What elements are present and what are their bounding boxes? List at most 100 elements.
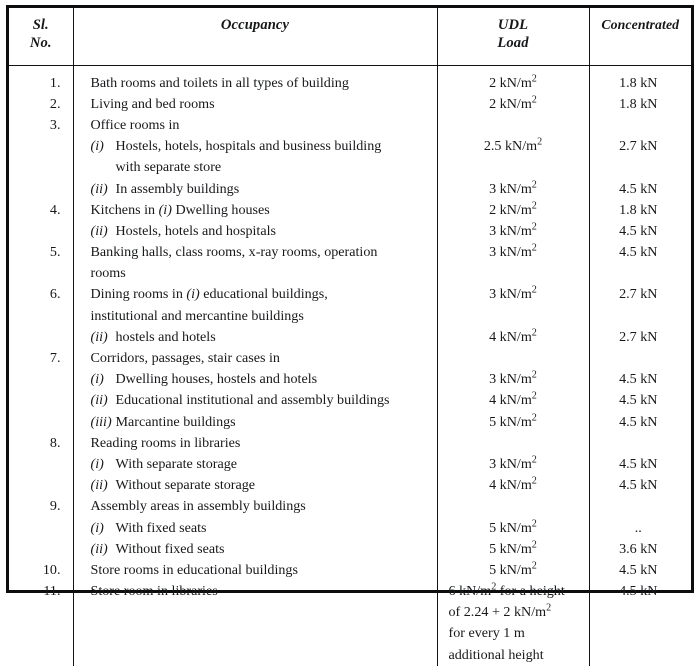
sl-no-cell: 9. xyxy=(49,498,61,515)
unit-exponent: 2 xyxy=(531,284,537,296)
concentrated-cell: 4.5 kN xyxy=(619,561,658,578)
occupancy-cell: Office rooms in xyxy=(90,116,180,133)
concentrated-cell: 4.5 kN xyxy=(619,180,658,197)
unit-exponent: 2 xyxy=(531,390,537,402)
udl-cell: 3 kN/m2 xyxy=(489,454,537,472)
occupancy-cell: (i) With fixed seats xyxy=(91,518,429,539)
udl-cell: 2 kN/m2 xyxy=(489,94,537,112)
occupancy-subitem: (ii) Hostels, hotels and hospitals xyxy=(91,221,277,242)
concentrated-cell: 4.5 kN xyxy=(619,222,658,239)
occupancy-subitem: (i) With fixed seats xyxy=(91,518,207,539)
concentrated-cell: 2.7 kN xyxy=(619,328,658,345)
sl-no-cell xyxy=(13,454,61,475)
occupancy-subitem: (iii) Marcantine buildings xyxy=(91,412,236,433)
unit-exponent: 2 xyxy=(531,369,537,381)
concentrated-cell: 4.5 kN xyxy=(619,413,658,430)
occupancy-subitem-marker: (ii) xyxy=(90,180,108,197)
column-occupancy: Bath rooms and toilets in all types of b… xyxy=(73,65,438,666)
concentrated-cell xyxy=(596,496,682,517)
load-table-frame: Sl. No. Occupancy UDL Load Concentrated … xyxy=(6,5,694,666)
concentrated-cell xyxy=(596,115,682,136)
udl-cell: 3 kN/m2 xyxy=(489,369,537,388)
udl-cell: 4 kN/m2 xyxy=(489,390,537,409)
unit-exponent: 2 xyxy=(531,94,537,106)
sl-no-lines: 1. 2. 3. 4. 5. 6. 7. 8. 9. 10. 11. xyxy=(9,66,73,666)
concentrated-cell xyxy=(596,645,682,666)
concentrated-cell: .. xyxy=(634,519,642,536)
udl-cell: 3 kN/m2 xyxy=(489,221,537,239)
udl-cell: 5 kN/m2 xyxy=(489,517,537,536)
column-sl-no: 1. 2. 3. 4. 5. 6. 7. 8. 9. 10. 11. xyxy=(9,65,74,666)
occupancy-cell: Store rooms in educational buildings xyxy=(90,561,298,578)
udl-cell xyxy=(444,306,583,327)
occupancy-wrap-line: institutional and mercantine buildings xyxy=(90,307,304,324)
sl-no-cell xyxy=(13,263,61,284)
concentrated-cell: 1.8 kN xyxy=(619,74,658,91)
unit-exponent: 2 xyxy=(537,136,543,148)
occupancy-cell xyxy=(91,645,429,666)
occupancy-cell: Kitchens in (i) Dwelling houses xyxy=(90,201,270,218)
concentrated-cell: 1.8 kN xyxy=(619,95,658,112)
header-occupancy: Occupancy xyxy=(73,8,438,66)
udl-cell: of 2.24 + 2 kN/m2 xyxy=(448,602,552,621)
header-sl-no-line2: No. xyxy=(29,34,52,51)
sl-no-cell xyxy=(13,518,61,539)
sl-no-cell xyxy=(13,623,61,644)
concentrated-cell xyxy=(596,306,682,327)
occupancy-subitem-marker: (i) xyxy=(90,138,104,155)
concentrated-cell: 4.5 kN xyxy=(619,392,658,409)
udl-cell xyxy=(444,348,583,369)
occupancy-subitem: (i) Dwelling houses, hostels and hotels xyxy=(91,369,318,390)
udl-cell: 3 kN/m2 xyxy=(489,284,537,303)
occupancy-cell: (ii) hostels and hotels xyxy=(91,327,429,348)
occupancy-subitem: (ii) Educational institutional and assemb… xyxy=(91,390,390,411)
sl-no-cell: 7. xyxy=(49,350,61,367)
sl-no-cell xyxy=(13,327,61,348)
unit-exponent: 2 xyxy=(531,178,537,190)
unit-exponent: 2 xyxy=(531,517,537,529)
sl-no-cell: 11. xyxy=(43,583,61,600)
occupancy-cell: Assembly areas in assembly buildings xyxy=(90,498,306,515)
occupancy-subitem-text: Dwelling houses, hostels and hotels xyxy=(115,371,318,388)
inline-roman-marker: (i) xyxy=(186,286,200,303)
concentrated-cell: 4.5 kN xyxy=(619,371,658,388)
occupancy-subitem-text: In assembly buildings xyxy=(115,180,240,197)
occupancy-subitem-marker: (ii) xyxy=(90,540,108,557)
occupancy-cell: (ii) Educational institutional and assemb… xyxy=(91,390,429,411)
concentrated-cell xyxy=(596,157,682,178)
occupancy-subitem-text: Hostels, hotels and hospitals xyxy=(115,222,277,239)
sl-no-cell xyxy=(13,369,61,390)
udl-cell xyxy=(444,157,583,178)
occupancy-cell: (i) Dwelling houses, hostels and hotels xyxy=(91,369,429,390)
udl-cell: 2.5 kN/m2 xyxy=(483,136,543,155)
occupancy-subitem-marker: (i) xyxy=(90,455,104,472)
udl-cell: additional height xyxy=(448,646,544,663)
header-concentrated: Concentrated xyxy=(589,8,691,66)
occupancy-subitem-text: With fixed seats xyxy=(115,519,207,536)
udl-cell: 4 kN/m2 xyxy=(489,327,537,345)
occupancy-subitem-marker: (i) xyxy=(90,519,104,536)
occupancy-cell: Bath rooms and toilets in all types of b… xyxy=(90,74,349,91)
occupancy-cell: Living and bed rooms xyxy=(90,95,215,112)
udl-cell: 3 kN/m2 xyxy=(489,178,537,197)
sl-no-cell xyxy=(13,157,61,178)
unit-exponent: 2 xyxy=(531,560,537,572)
occupancy-lines: Bath rooms and toilets in all types of b… xyxy=(74,66,437,666)
occupancy-cell: (i) With separate storage xyxy=(91,454,429,475)
sl-no-cell: 6. xyxy=(49,286,61,303)
udl-cell: 5 kN/m2 xyxy=(489,539,537,557)
sl-no-cell: 2. xyxy=(49,95,61,112)
occupancy-subitem-marker: (ii) xyxy=(90,222,108,239)
occupancy-cell: Reading rooms in libraries xyxy=(90,434,241,451)
occupancy-subitem-marker: (ii) xyxy=(90,392,108,409)
udl-cell xyxy=(444,115,583,136)
header-sl-no-line1: Sl. xyxy=(32,17,49,33)
sl-no-cell xyxy=(13,179,61,200)
sl-no-cell xyxy=(13,136,61,157)
occupancy-cell: Store room in libraries xyxy=(90,583,218,600)
occupancy-continuation: with separate store xyxy=(115,159,222,176)
occupancy-wrap-line: rooms xyxy=(90,265,126,282)
sl-no-cell xyxy=(13,412,61,433)
occupancy-subitem-marker: (i) xyxy=(90,371,104,388)
inline-roman-marker: (i) xyxy=(158,201,172,218)
